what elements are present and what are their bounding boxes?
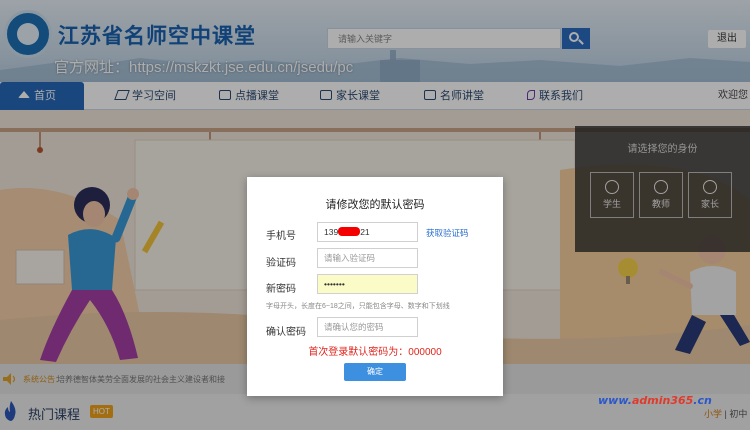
default-password-notice: 首次登录默认密码为：000000 xyxy=(308,347,442,358)
phone-field[interactable]: 139 21 xyxy=(317,222,418,242)
get-code-link[interactable]: 获取验证码 xyxy=(426,227,469,239)
redaction-mark xyxy=(338,227,361,236)
code-input[interactable] xyxy=(317,248,418,268)
confirm-password-label: 确认密码 xyxy=(266,327,306,338)
dialog-title: 请修改您的默认密码 xyxy=(325,199,425,211)
confirm-password-input[interactable] xyxy=(317,317,418,337)
confirm-button[interactable]: 确定 xyxy=(344,363,406,381)
code-label: 验证码 xyxy=(266,258,296,269)
new-password-label: 新密码 xyxy=(266,284,296,295)
change-password-dialog: 请修改您的默认密码 手机号 13921 获取验证码 验证码 新密码 ••••••… xyxy=(247,177,503,396)
watermark: www.admin365.cn xyxy=(598,394,712,407)
new-password-input[interactable]: ••••••• xyxy=(317,274,418,294)
phone-label: 手机号 xyxy=(266,231,296,242)
password-rule-hint: 字母开头，长度在6~18之间，只能包含字母、数字和下划线 xyxy=(266,303,450,310)
